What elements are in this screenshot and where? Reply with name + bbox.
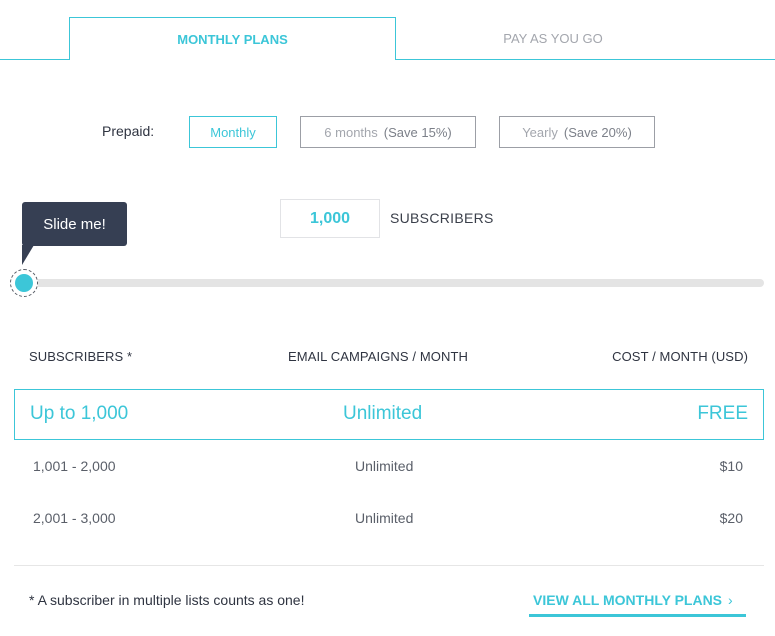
row-subscribers: 1,001 - 2,000 <box>33 458 116 474</box>
view-all-label: VIEW ALL MONTHLY PLANS <box>533 592 723 608</box>
subscriber-footnote: * A subscriber in multiple lists counts … <box>29 592 305 608</box>
column-header-cost: COST / MONTH (USD) <box>612 349 748 364</box>
column-header-campaigns: EMAIL CAMPAIGNS / MONTH <box>288 349 468 364</box>
period-yearly-button[interactable]: Yearly (Save 20%) <box>499 116 655 148</box>
savings-label: (Save 20%) <box>563 124 632 140</box>
chevron-right-icon: › <box>728 592 733 608</box>
pricing-row-selected: Up to 1,000 Unlimited FREE <box>14 389 764 440</box>
row-campaigns: Unlimited <box>355 458 414 474</box>
column-header-subscribers: SUBSCRIBERS * <box>29 349 133 364</box>
tooltip-pointer <box>22 245 34 265</box>
period-label: 6 months <box>324 124 378 140</box>
slide-me-tooltip: Slide me! <box>22 202 127 246</box>
footer-divider <box>14 565 764 566</box>
period-label: Yearly <box>522 124 558 140</box>
tab-baseline <box>0 59 70 60</box>
prepaid-label: Prepaid: <box>102 123 155 139</box>
tab-monthly-plans[interactable]: MONTHLY PLANS <box>69 17 396 60</box>
plan-tabs: MONTHLY PLANS PAY AS YOU GO <box>0 0 775 60</box>
period-monthly-button[interactable]: Monthly <box>189 116 277 148</box>
subscriber-slider-handle[interactable] <box>10 269 38 297</box>
link-underline <box>529 614 746 617</box>
row-cost: $20 <box>719 510 743 526</box>
row-cost: $10 <box>719 458 743 474</box>
period-6-months-button[interactable]: 6 months (Save 15%) <box>300 116 476 148</box>
row-campaigns: Unlimited <box>343 403 423 424</box>
subscriber-count-input[interactable]: 1,000 <box>280 199 380 238</box>
tooltip-text: Slide me! <box>43 215 106 233</box>
subscriber-count-unit: SUBSCRIBERS <box>390 210 494 226</box>
prepaid-selector: Prepaid: Monthly 6 months (Save 15%) Yea… <box>0 116 775 148</box>
slider-knob <box>15 274 33 292</box>
savings-label: (Save 15%) <box>383 124 452 140</box>
view-all-monthly-plans-link[interactable]: VIEW ALL MONTHLY PLANS › <box>533 592 733 608</box>
pricing-row: 2,001 - 3,000 Unlimited $20 <box>14 510 764 550</box>
tab-pay-as-you-go[interactable]: PAY AS YOU GO <box>396 17 710 60</box>
row-campaigns: Unlimited <box>355 510 414 526</box>
row-subscribers: Up to 1,000 <box>30 403 129 424</box>
period-label: Monthly <box>210 124 256 140</box>
pricing-row: 1,001 - 2,000 Unlimited $10 <box>14 458 764 498</box>
subscriber-slider-track[interactable] <box>22 279 764 287</box>
row-cost: FREE <box>697 403 748 424</box>
row-subscribers: 2,001 - 3,000 <box>33 510 116 526</box>
